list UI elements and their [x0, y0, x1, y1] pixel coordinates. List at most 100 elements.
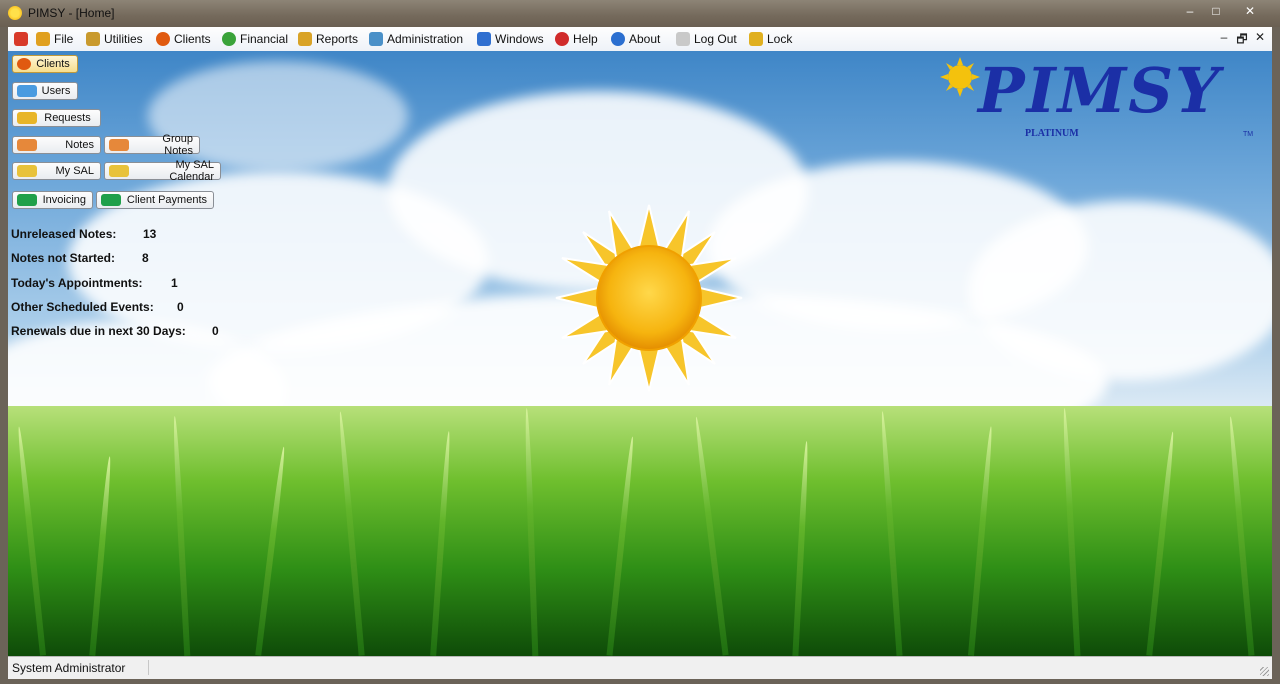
pimsy-logo: PIMSY PLATINUM TM [940, 55, 1260, 151]
renewals-value: 0 [212, 324, 219, 338]
other-events-value: 0 [177, 300, 184, 314]
client-payments-button-label: Client Payments [126, 194, 207, 206]
mdi-restore-button[interactable]: 🗗 [1234, 30, 1250, 51]
lock-icon [749, 32, 763, 46]
renewals-label: Renewals due in next 30 Days: [11, 324, 186, 338]
window-title: PIMSY - [Home] [28, 6, 115, 20]
logo-trademark: TM [1243, 131, 1254, 138]
money-icon [222, 32, 236, 46]
sal-calendar-icon [109, 165, 129, 177]
sun-icon [555, 204, 743, 392]
menu-clients[interactable]: Clients [156, 27, 211, 51]
menu-utilities-label: Utilities [104, 32, 143, 46]
menu-clients-label: Clients [174, 32, 211, 46]
grass-blade [15, 426, 47, 656]
notes-not-started-value: 8 [142, 251, 149, 265]
clients-icon [156, 32, 170, 46]
my-sal-button-label: My SAL [55, 165, 94, 177]
file-icon [36, 32, 50, 46]
menu-help-label: Help [573, 32, 598, 46]
my-sal-calendar-button[interactable]: My SAL Calendar [104, 159, 221, 183]
clients-button[interactable]: Clients [12, 55, 78, 73]
mdi-close-button[interactable]: ✕ [1252, 30, 1268, 44]
todays-appointments-label: Today's Appointments: [11, 276, 143, 290]
grass-blade [171, 416, 191, 656]
users-button[interactable]: Users [12, 82, 78, 100]
grass-blade [1146, 431, 1176, 656]
resize-grip[interactable] [1260, 667, 1269, 676]
home-background: PIMSY PLATINUM TM Clients Users Requests… [8, 51, 1272, 656]
menu-windows[interactable]: Windows [477, 27, 544, 51]
about-icon [611, 32, 625, 46]
grass-blade [1227, 416, 1255, 656]
notes-not-started-label: Notes not Started: [11, 251, 116, 265]
unreleased-notes-label: Unreleased Notes: [11, 227, 117, 241]
invoicing-button-label: Invoicing [42, 194, 86, 206]
client-payments-button[interactable]: Client Payments [96, 191, 214, 209]
help-icon [555, 32, 569, 46]
clients-button-label: Clients [36, 58, 70, 70]
menu-administration-label: Administration [387, 32, 464, 46]
mdi-app-icon[interactable] [14, 32, 28, 46]
status-divider [148, 660, 149, 675]
grass-blade [523, 407, 539, 656]
grass-blade [879, 411, 903, 656]
grass-blade [606, 436, 636, 656]
menu-help[interactable]: Help [555, 27, 598, 51]
unreleased-notes-value: 13 [143, 227, 157, 241]
grass-blade [255, 446, 287, 656]
menu-financial[interactable]: Financial [222, 27, 288, 51]
grass-blade [792, 440, 810, 656]
notes-button-label: Notes [65, 139, 94, 151]
menu-reports[interactable]: Reports [298, 27, 358, 51]
menu-administration[interactable]: Administration [369, 27, 463, 51]
grass-blade [1061, 408, 1081, 656]
menu-windows-label: Windows [495, 32, 544, 46]
tools-icon [86, 32, 100, 46]
menu-about[interactable]: About [611, 27, 660, 51]
mdi-minimize-button[interactable]: – [1216, 30, 1232, 44]
requests-button-label: Requests [44, 112, 91, 124]
menu-file[interactable]: File [36, 27, 73, 51]
logo-wordmark: PIMSY [978, 54, 1222, 127]
other-events-label: Other Scheduled Events: [11, 300, 154, 314]
users-icon [17, 85, 37, 97]
menu-bar: File Utilities Clients Financial Reports… [8, 27, 1272, 52]
group-notes-button-label: Group Notes [162, 133, 193, 157]
current-user: System Administrator [12, 661, 126, 675]
menu-file-label: File [54, 32, 74, 46]
menu-utilities[interactable]: Utilities [86, 27, 143, 51]
menu-financial-label: Financial [240, 32, 289, 46]
users-button-label: Users [41, 85, 71, 97]
menu-log-out-label: Log Out [694, 32, 737, 46]
my-sal-calendar-button-label: My SAL Calendar [169, 159, 214, 183]
pencil-icon [17, 139, 37, 151]
sal-icon [17, 165, 37, 177]
windows-icon [477, 32, 491, 46]
grass-field [8, 406, 1272, 656]
grass-blade [89, 456, 113, 656]
maximize-button[interactable]: □ [1202, 2, 1230, 20]
menu-lock[interactable]: Lock [749, 27, 792, 51]
menu-log-out[interactable]: Log Out [676, 27, 737, 51]
grass-blade [967, 426, 995, 656]
my-sal-button[interactable]: My SAL [12, 162, 101, 180]
notes-button[interactable]: Notes [12, 136, 101, 154]
menu-lock-label: Lock [767, 32, 793, 46]
clients-icon [17, 58, 31, 70]
grass-blade [337, 411, 365, 656]
money-icon [101, 194, 121, 206]
minimize-button[interactable]: – [1176, 2, 1204, 20]
invoicing-button[interactable]: Invoicing [12, 191, 93, 209]
requests-button[interactable]: Requests [12, 109, 101, 127]
money-icon [17, 194, 37, 206]
admin-icon [369, 32, 383, 46]
logout-icon [676, 32, 690, 46]
status-bar: System Administrator [8, 656, 1272, 679]
group-notes-button[interactable]: Group Notes [104, 133, 200, 157]
todays-appointments-value: 1 [171, 276, 178, 290]
reports-icon [298, 32, 312, 46]
close-button[interactable]: ✕ [1236, 2, 1264, 20]
menu-about-label: About [629, 32, 661, 46]
requests-icon [17, 112, 37, 124]
